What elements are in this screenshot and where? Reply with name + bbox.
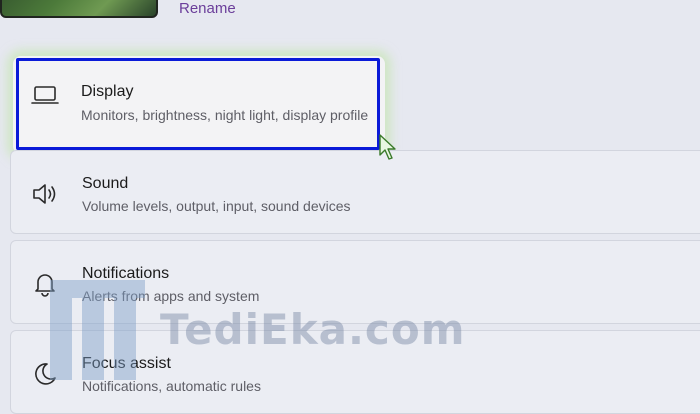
watermark-text: TediEka.com	[160, 305, 466, 354]
settings-item-display[interactable]: Display Monitors, brightness, night ligh…	[13, 56, 385, 154]
settings-item-title: Display	[81, 83, 134, 100]
display-laptop-icon	[31, 86, 59, 104]
settings-item-title: Sound	[82, 175, 129, 192]
watermark-logo-icon	[50, 280, 145, 380]
settings-item-subtitle: Notifications, automatic rules	[82, 378, 261, 394]
settings-item-subtitle: Monitors, brightness, night light, displ…	[81, 107, 369, 123]
mouse-cursor-icon	[379, 134, 396, 160]
settings-item-sound[interactable]: Sound Volume levels, output, input, soun…	[10, 150, 700, 234]
settings-item-subtitle: Volume levels, output, input, sound devi…	[82, 198, 351, 214]
speaker-icon	[33, 184, 56, 204]
